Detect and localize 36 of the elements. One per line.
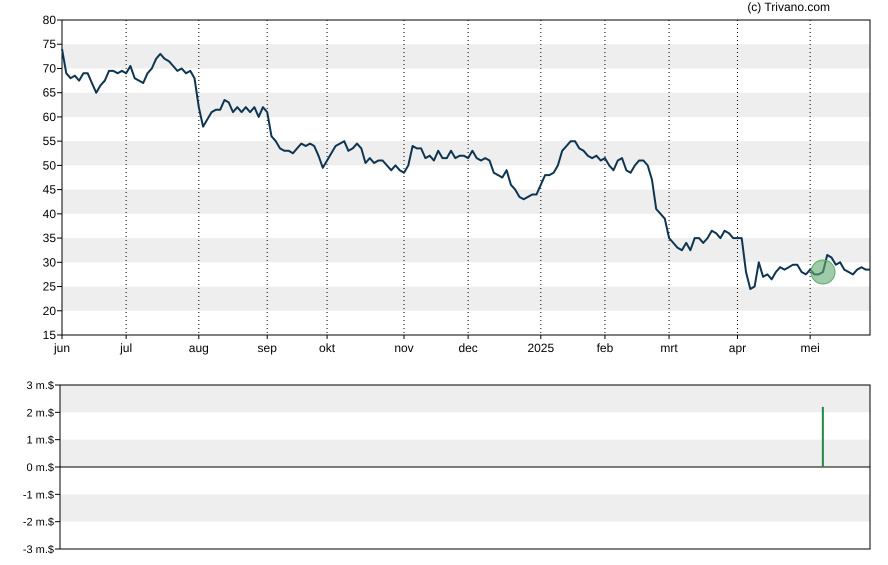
y-axis-label: 40 (42, 206, 56, 221)
y-axis-label: 45 (42, 182, 56, 197)
y-axis-label: 60 (42, 110, 56, 124)
y-axis-label: 80 (42, 14, 56, 27)
y-axis-label: 75 (42, 37, 56, 52)
y-axis-label: 1 m.$ (26, 434, 54, 447)
y-axis-label: 65 (42, 86, 56, 100)
y-axis-label: 15 (42, 328, 56, 342)
y-axis-label: 35 (42, 231, 56, 246)
x-axis-label: jul (120, 341, 132, 355)
x-axis-label: okt (319, 341, 336, 355)
y-axis-label: 50 (42, 158, 56, 172)
y-axis-label: 20 (42, 304, 56, 318)
y-axis-label: 3 m.$ (26, 380, 54, 392)
x-axis-label: sep (258, 341, 277, 355)
x-axis-label: dec (458, 341, 478, 355)
y-axis-label: 55 (42, 134, 56, 148)
x-axis-label: mei (800, 341, 820, 355)
x-axis-label: jun (54, 341, 70, 355)
y-axis-label: 2 m.$ (26, 407, 54, 420)
volume-bar (822, 406, 824, 467)
y-axis-label: -1 m.$ (22, 489, 54, 502)
copyright-credit: (c) Trivano.com (747, 0, 830, 14)
y-axis-label: 30 (42, 255, 56, 270)
x-axis-label: feb (596, 341, 614, 355)
x-axis-label: 2025 (527, 341, 554, 355)
marker-dot (810, 260, 836, 284)
x-axis-label: mrt (660, 341, 678, 355)
x-axis-label: aug (188, 341, 209, 355)
y-axis-label: -2 m.$ (22, 516, 54, 529)
x-axis-label: apr (728, 341, 746, 355)
y-axis-label: -3 m.$ (22, 544, 54, 556)
y-axis-label: 25 (42, 280, 56, 294)
y-axis-label: 70 (42, 61, 56, 76)
x-axis-label: nov (394, 341, 414, 355)
y-axis-label: 0 m.$ (26, 462, 54, 474)
